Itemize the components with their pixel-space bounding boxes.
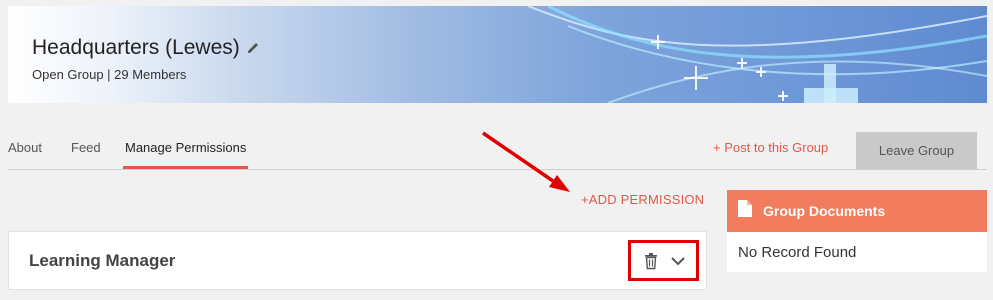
document-icon [737,199,753,223]
group-documents-empty: No Record Found [727,232,987,272]
pencil-icon[interactable] [246,41,260,55]
tab-feed[interactable]: Feed [71,140,101,155]
group-documents-title: Group Documents [763,203,886,219]
permission-row: Learning Manager [8,231,707,290]
group-banner: Headquarters (Lewes) Open Group | 29 Mem… [8,6,987,103]
tab-about[interactable]: About [8,140,42,155]
trash-icon[interactable] [642,252,660,270]
group-title-text: Headquarters (Lewes) [32,36,240,59]
permission-name: Learning Manager [29,251,176,270]
group-meta: Open Group | 29 Members [32,67,187,82]
group-title: Headquarters (Lewes) [32,36,260,60]
group-documents-header: Group Documents [727,190,987,232]
chevron-down-icon[interactable] [670,253,686,269]
group-tabs: About Feed Manage Permissions [8,128,987,170]
add-permission-link[interactable]: +ADD PERMISSION [581,192,704,207]
tab-manage-permissions[interactable]: Manage Permissions [122,140,249,169]
permission-actions-highlight [628,240,699,281]
post-to-group-link[interactable]: + Post to this Group [713,140,828,155]
leave-group-button[interactable]: Leave Group [856,132,977,169]
